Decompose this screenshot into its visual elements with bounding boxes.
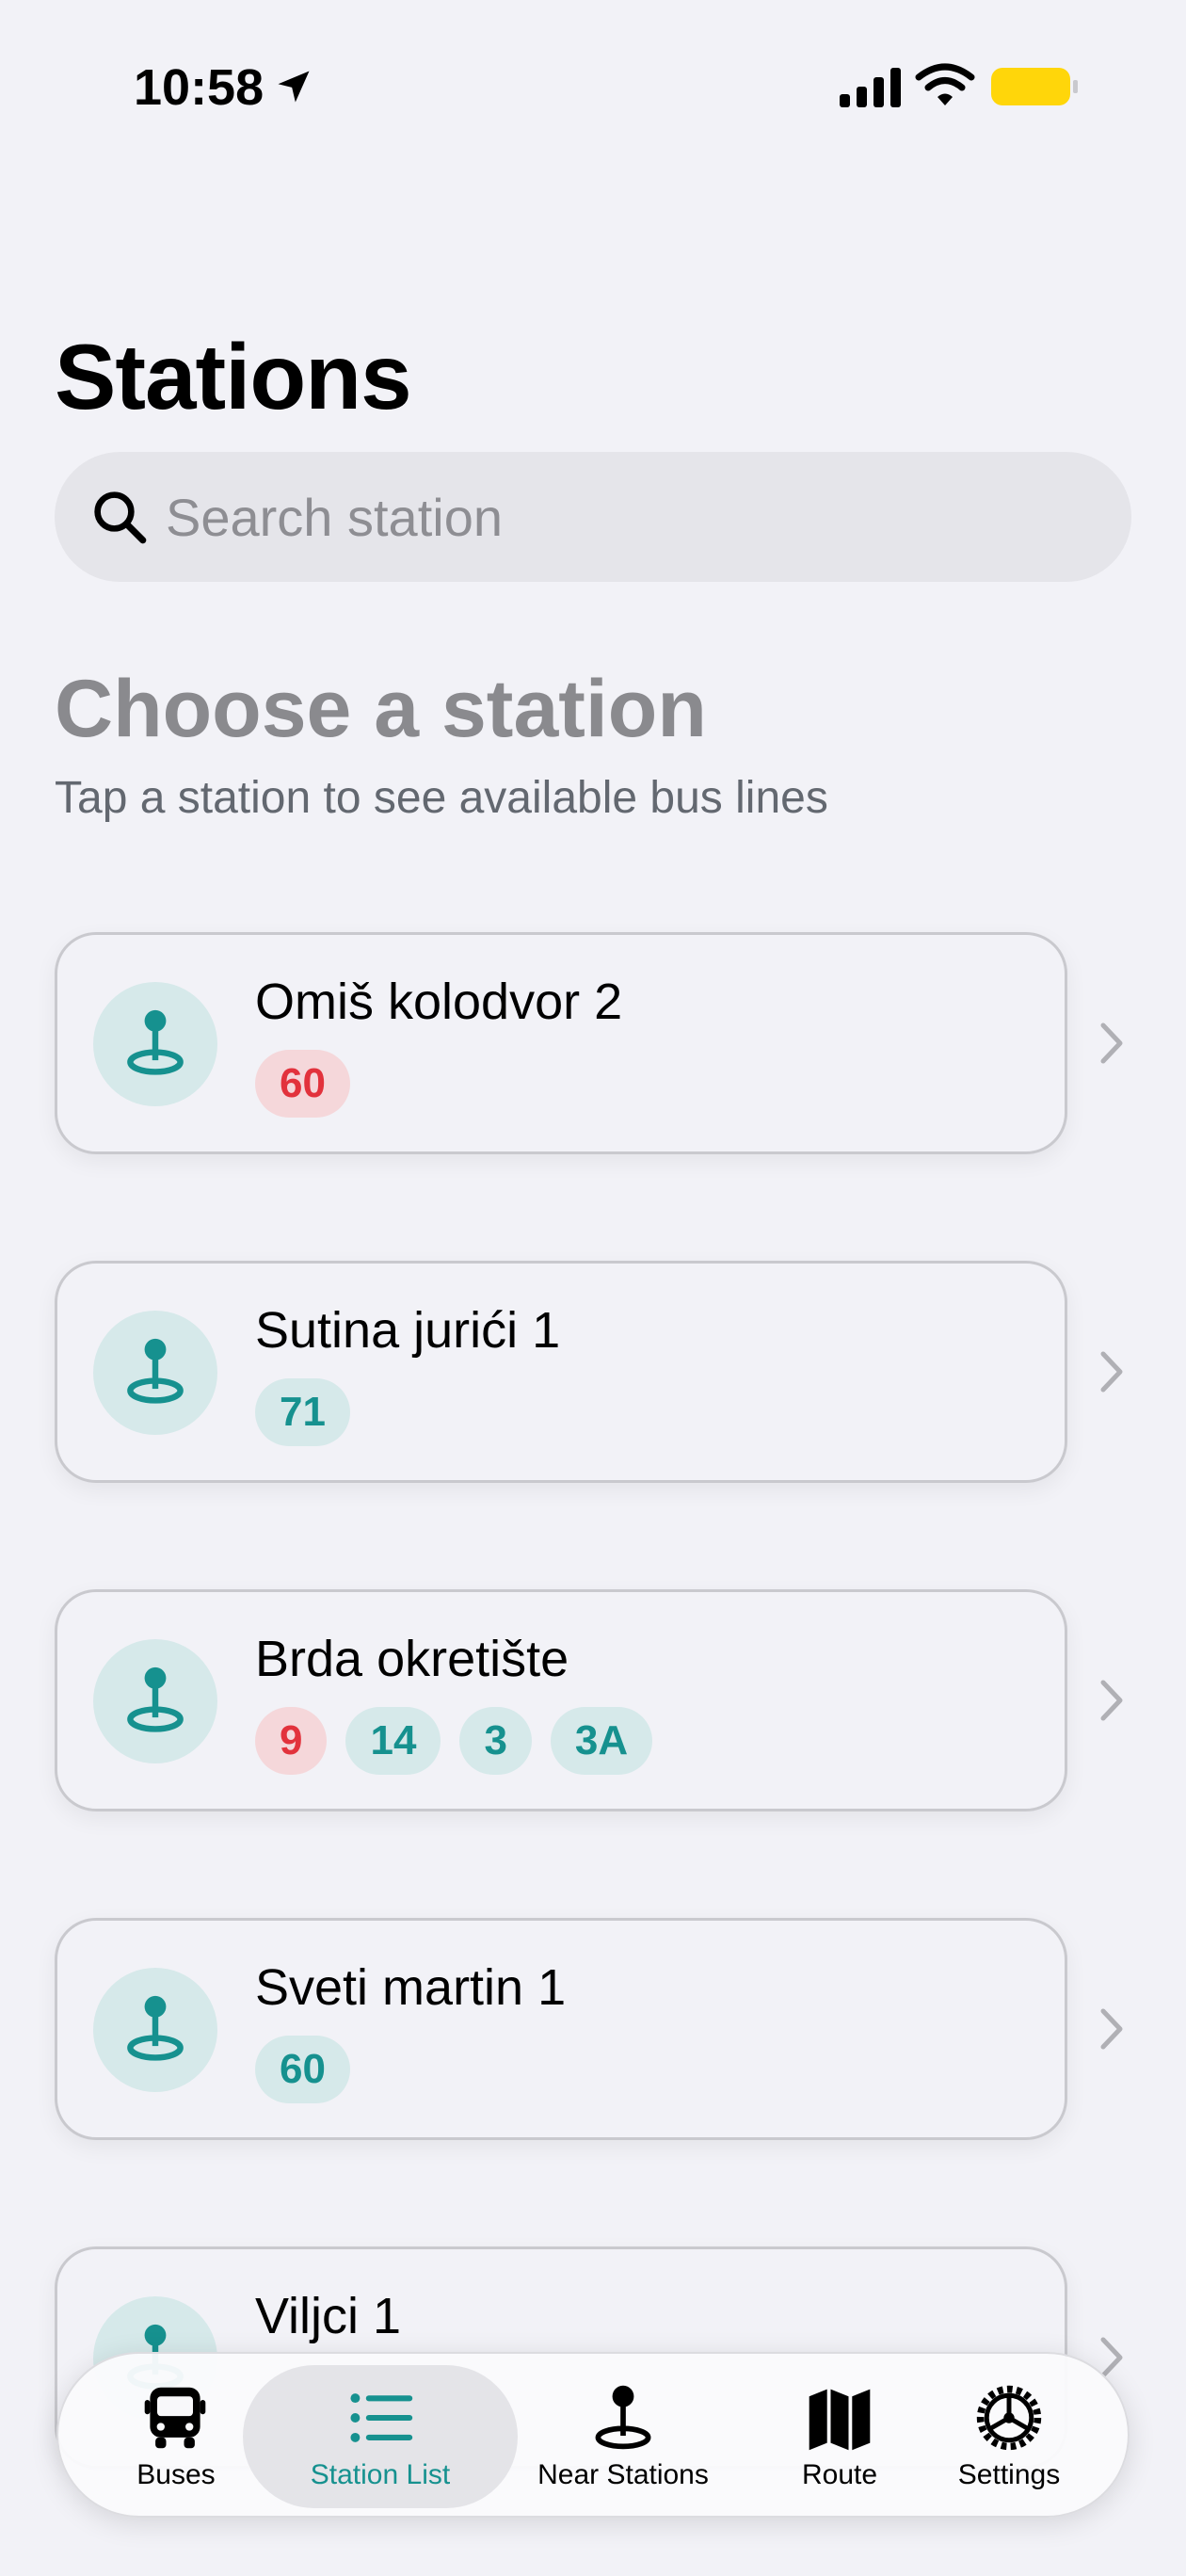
bus-line-badge: 9 — [255, 1707, 328, 1775]
pin-icon — [127, 1995, 184, 2061]
chevron-right-icon[interactable] — [1098, 2005, 1126, 2053]
station-name: Omiš kolodvor 2 — [255, 974, 623, 1030]
pin-icon — [127, 1009, 184, 1075]
battery-icon — [991, 68, 1078, 105]
station-card[interactable]: Sutina jurići 1 71 — [55, 1261, 1067, 1483]
page-title: Stations — [55, 325, 412, 428]
tab-route[interactable]: Route — [783, 2354, 896, 2520]
tab-label: Station List — [310, 2459, 451, 2490]
station-card[interactable]: Brda okretište 9 14 3 3A — [55, 1589, 1067, 1811]
tab-label: Buses — [136, 2459, 216, 2490]
station-name: Viljci 1 — [255, 2288, 402, 2344]
section-subtitle: Tap a station to see available bus lines — [55, 773, 828, 823]
station-name: Sveti martin 1 — [255, 1959, 567, 2016]
chevron-right-icon[interactable] — [1098, 1020, 1126, 1067]
stations-screen: 10:58 Stations Choose a station Ta — [0, 0, 1186, 2576]
tab-label: Settings — [957, 2459, 1061, 2490]
tab-station-list[interactable]: Station List — [265, 2354, 495, 2520]
search-bar[interactable] — [55, 452, 1131, 582]
pin-icon — [127, 1666, 184, 1732]
bus-icon — [144, 2387, 206, 2449]
status-bar: 10:58 — [0, 0, 1186, 169]
station-card[interactable]: Omiš kolodvor 2 60 — [55, 932, 1067, 1154]
chevron-right-icon[interactable] — [1098, 1348, 1126, 1395]
list-icon — [350, 2393, 413, 2442]
bus-line-badge: 60 — [255, 1050, 350, 1118]
station-pin-icon — [93, 1311, 217, 1435]
tab-label: Route — [801, 2459, 878, 2490]
tab-near-stations[interactable]: Near Stations — [520, 2354, 727, 2520]
tab-settings[interactable]: Settings — [943, 2354, 1075, 2520]
pin-icon — [127, 1338, 184, 1404]
bus-line-badge: 3A — [550, 1707, 653, 1775]
section-title: Choose a station — [55, 664, 707, 754]
tab-bar: Buses Station List Near Stations Route S… — [56, 2352, 1130, 2518]
station-lines: 9 14 3 3A — [255, 1707, 653, 1775]
wifi-icon — [915, 63, 975, 105]
station-lines: 60 — [255, 1050, 350, 1118]
station-name: Brda okretište — [255, 1631, 569, 1687]
station-pin-icon — [93, 1968, 217, 2092]
station-name: Sutina jurići 1 — [255, 1302, 561, 1359]
station-lines: 60 — [255, 2036, 350, 2103]
status-time: 10:58 — [134, 59, 264, 116]
search-icon — [94, 491, 147, 544]
gear-icon — [976, 2385, 1042, 2451]
bus-line-badge: 60 — [255, 2036, 350, 2103]
station-pin-icon — [93, 982, 217, 1106]
chevron-right-icon[interactable] — [1098, 1677, 1126, 1724]
map-icon — [809, 2389, 871, 2451]
cellular-signal-icon — [840, 68, 901, 107]
station-pin-icon — [93, 1639, 217, 1763]
location-arrow-icon — [278, 71, 310, 103]
station-card[interactable]: Sveti martin 1 60 — [55, 1918, 1067, 2140]
bus-line-badge: 71 — [255, 1378, 350, 1446]
bus-line-badge: 3 — [459, 1707, 532, 1775]
tab-buses[interactable]: Buses — [124, 2354, 228, 2520]
station-lines: 71 — [255, 1378, 350, 1446]
search-input[interactable] — [166, 452, 1107, 582]
bus-line-badge: 14 — [345, 1707, 441, 1775]
pin-icon — [595, 2385, 651, 2450]
tab-label: Near Stations — [537, 2459, 709, 2490]
